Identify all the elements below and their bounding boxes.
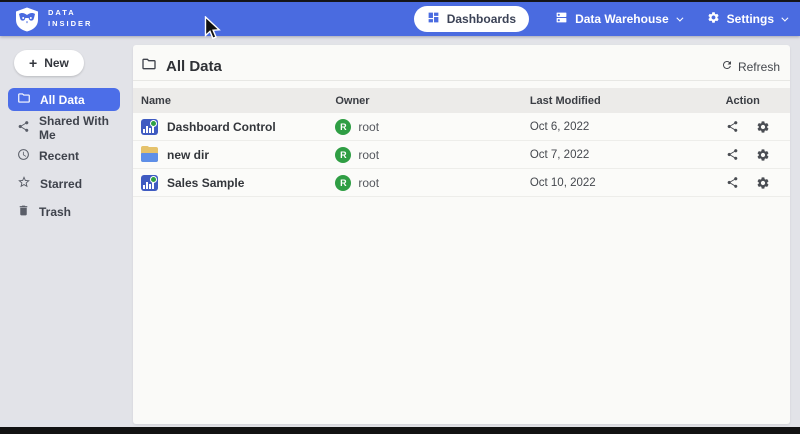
new-button[interactable]: + New (14, 50, 84, 76)
owner-avatar: R (335, 175, 351, 191)
refresh-label: Refresh (738, 60, 780, 74)
dashboards-button[interactable]: Dashboards (414, 6, 529, 32)
sidebar-item-label: All Data (40, 93, 85, 107)
brand-name: DATA INSIDER (48, 8, 92, 30)
share-icon[interactable] (726, 176, 739, 189)
chart-file-icon (141, 175, 158, 191)
owl-logo-icon (14, 6, 40, 32)
new-button-label: New (44, 56, 69, 70)
chevron-down-icon (781, 14, 788, 21)
owner-name: root (358, 148, 379, 162)
owner-avatar: R (335, 147, 351, 163)
brand-logo: DATA INSIDER (14, 6, 92, 32)
content-layout: + New All Data Shared With Me (0, 36, 800, 427)
data-warehouse-menu[interactable]: Data Warehouse (555, 11, 681, 27)
chevron-down-icon (676, 14, 683, 21)
column-header-name: Name (133, 95, 335, 107)
sidebar-item-starred[interactable]: Starred (8, 172, 120, 195)
sidebar-item-label: Shared With Me (39, 114, 120, 142)
settings-menu[interactable]: Settings (707, 11, 786, 27)
dashboard-icon (427, 11, 440, 27)
settings-label: Settings (727, 12, 774, 26)
last-modified-date: Oct 7, 2022 (530, 149, 726, 161)
gear-icon[interactable] (756, 148, 770, 162)
sidebar-item-shared-with-me[interactable]: Shared With Me (8, 116, 120, 139)
folder-icon (141, 56, 157, 77)
sidebar-nav: All Data Shared With Me Recent (0, 88, 128, 223)
dashboards-label: Dashboards (447, 12, 516, 26)
star-icon (17, 175, 31, 192)
sidebar: + New All Data Shared With Me (0, 36, 128, 427)
top-navigation-bar: DATA INSIDER Dashboards Data Warehouse (0, 2, 800, 36)
column-header-last-modified: Last Modified (530, 95, 726, 107)
plus-icon: + (29, 58, 37, 68)
gear-icon[interactable] (756, 176, 770, 190)
owner-avatar: R (335, 119, 351, 135)
file-name[interactable]: Dashboard Control (167, 120, 276, 134)
data-warehouse-label: Data Warehouse (575, 12, 669, 26)
column-header-owner: Owner (335, 95, 529, 107)
refresh-icon (721, 59, 733, 74)
file-name[interactable]: new dir (167, 148, 209, 162)
table-row[interactable]: Dashboard Control R root Oct 6, 2022 (133, 113, 790, 141)
share-icon[interactable] (726, 120, 739, 133)
gear-icon (707, 11, 720, 27)
owner-name: root (358, 176, 379, 190)
app-window: DATA INSIDER Dashboards Data Warehouse (0, 0, 800, 434)
table-row[interactable]: Sales Sample R root Oct 10, 2022 (133, 169, 790, 197)
gear-icon[interactable] (756, 120, 770, 134)
last-modified-date: Oct 6, 2022 (530, 121, 726, 133)
last-modified-date: Oct 10, 2022 (530, 177, 726, 189)
file-name[interactable]: Sales Sample (167, 176, 244, 190)
page-title: All Data (166, 58, 222, 75)
chart-file-icon (141, 119, 158, 135)
table-row[interactable]: new dir R root Oct 7, 2022 (133, 141, 790, 169)
empty-content-area (133, 197, 790, 424)
owner-name: root (358, 120, 379, 134)
sidebar-item-recent[interactable]: Recent (8, 144, 120, 167)
share-icon[interactable] (726, 148, 739, 161)
window-bottom-edge (0, 427, 800, 434)
top-nav-menu: Dashboards Data Warehouse Settings (414, 6, 786, 32)
table-header-row: Name Owner Last Modified Action (133, 88, 790, 113)
folder-file-icon (141, 147, 158, 162)
trash-icon (17, 204, 30, 220)
sidebar-item-label: Starred (40, 177, 82, 191)
sidebar-item-trash[interactable]: Trash (8, 200, 120, 223)
page-header: All Data Refresh (133, 53, 790, 81)
sidebar-item-all-data[interactable]: All Data (8, 88, 120, 111)
database-icon (555, 11, 568, 27)
column-header-action: Action (726, 95, 790, 107)
share-icon (17, 120, 30, 136)
sidebar-item-label: Recent (39, 149, 79, 163)
folder-icon (17, 91, 31, 108)
refresh-button[interactable]: Refresh (721, 59, 780, 74)
clock-icon (17, 148, 30, 164)
main-panel: All Data Refresh Name Owner Last Modifie… (133, 45, 790, 424)
sidebar-item-label: Trash (39, 205, 71, 219)
